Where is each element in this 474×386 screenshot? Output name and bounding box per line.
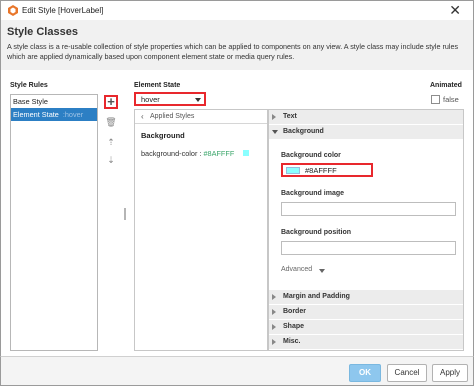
applied-property-value: #8AFFFF [203, 149, 235, 158]
section-shape-label: Shape [283, 323, 305, 330]
background-position-field[interactable] [281, 241, 456, 255]
apply-button[interactable]: Apply [432, 364, 468, 382]
cancel-button[interactable]: Cancel [387, 364, 427, 382]
arrow-down-icon: ⇣ [107, 154, 115, 165]
element-state-value: hover [141, 95, 160, 104]
properties-panel: Text Background Background color #8AFFFF… [268, 109, 464, 351]
page-title: Style Classes [7, 26, 78, 38]
add-rule-button[interactable]: + [104, 95, 118, 109]
section-border-label: Border [283, 308, 306, 315]
app-logo-icon [8, 5, 18, 16]
background-color-value: #8AFFFF [305, 166, 337, 175]
ok-button[interactable]: OK [349, 364, 381, 382]
chevron-right-icon [272, 309, 276, 315]
style-rule-suffix: :hover [62, 110, 84, 119]
background-image-field[interactable] [281, 202, 456, 216]
section-margin-padding[interactable]: Margin and Padding [269, 290, 463, 304]
style-rule-label: Element State [13, 110, 59, 119]
applied-styles-header[interactable]: ‹ Applied Styles [135, 110, 267, 124]
chevron-right-icon [272, 324, 276, 330]
applied-styles-panel: ‹ Applied Styles Background background-c… [134, 109, 268, 351]
background-position-label: Background position [281, 229, 351, 236]
panel-splitter-handle[interactable] [124, 208, 126, 220]
color-swatch[interactable] [286, 167, 300, 174]
dialog-footer: OK Cancel Apply [0, 356, 474, 386]
section-misc[interactable]: Misc. [269, 335, 463, 349]
chevron-down-icon [272, 130, 278, 134]
chevron-right-icon [272, 339, 276, 345]
title-bar: Edit Style [HoverLabel] ✕ [0, 0, 474, 20]
advanced-toggle[interactable]: Advanced [281, 266, 312, 273]
style-rules-list: Base Style Element State:hover [10, 94, 98, 351]
section-background[interactable]: Background [269, 125, 463, 139]
chevron-down-icon [319, 269, 325, 273]
background-color-field[interactable]: #8AFFFF [281, 163, 373, 177]
section-background-label: Background [283, 128, 324, 135]
animated-value: false [443, 95, 459, 104]
animated-label: Animated [430, 82, 462, 89]
move-down-button[interactable]: ⇣ [104, 153, 118, 167]
chevron-down-icon [195, 98, 201, 102]
page-description: A style class is a re-usable collection … [7, 42, 459, 61]
applied-property: background-color : #8AFFFF [141, 149, 234, 158]
background-color-label: Background color [281, 152, 341, 159]
style-rules-label: Style Rules [10, 82, 48, 89]
chevron-left-icon: ‹ [141, 112, 144, 121]
animated-checkbox[interactable] [431, 95, 440, 104]
header: Style Classes A style class is a re-usab… [0, 20, 474, 70]
delete-rule-button[interactable]: 🗑 [104, 115, 118, 129]
color-swatch [243, 150, 249, 156]
trash-icon: 🗑 [105, 116, 117, 127]
section-misc-label: Misc. [283, 338, 301, 345]
element-state-dropdown[interactable]: hover [134, 92, 206, 106]
plus-icon: + [107, 94, 115, 109]
applied-styles-title: Applied Styles [150, 113, 195, 120]
section-text[interactable]: Text [269, 110, 463, 124]
window-title: Edit Style [HoverLabel] [22, 6, 104, 15]
element-state-label: Element State [134, 82, 181, 89]
section-border[interactable]: Border [269, 305, 463, 319]
section-margin-label: Margin and Padding [283, 293, 350, 300]
background-image-label: Background image [281, 190, 345, 197]
move-up-button[interactable]: ⇡ [104, 135, 118, 149]
arrow-up-icon: ⇡ [107, 136, 115, 147]
applied-property-name: background-color [141, 149, 198, 158]
applied-section-title: Background [141, 131, 185, 140]
section-shape[interactable]: Shape [269, 320, 463, 334]
style-rule-element-state[interactable]: Element State:hover [11, 108, 97, 121]
chevron-right-icon [272, 294, 276, 300]
section-text-label: Text [283, 113, 297, 120]
style-rule-base[interactable]: Base Style [11, 95, 97, 108]
chevron-right-icon [272, 114, 276, 120]
style-rule-label: Base Style [13, 97, 48, 106]
close-icon[interactable]: ✕ [449, 3, 461, 17]
